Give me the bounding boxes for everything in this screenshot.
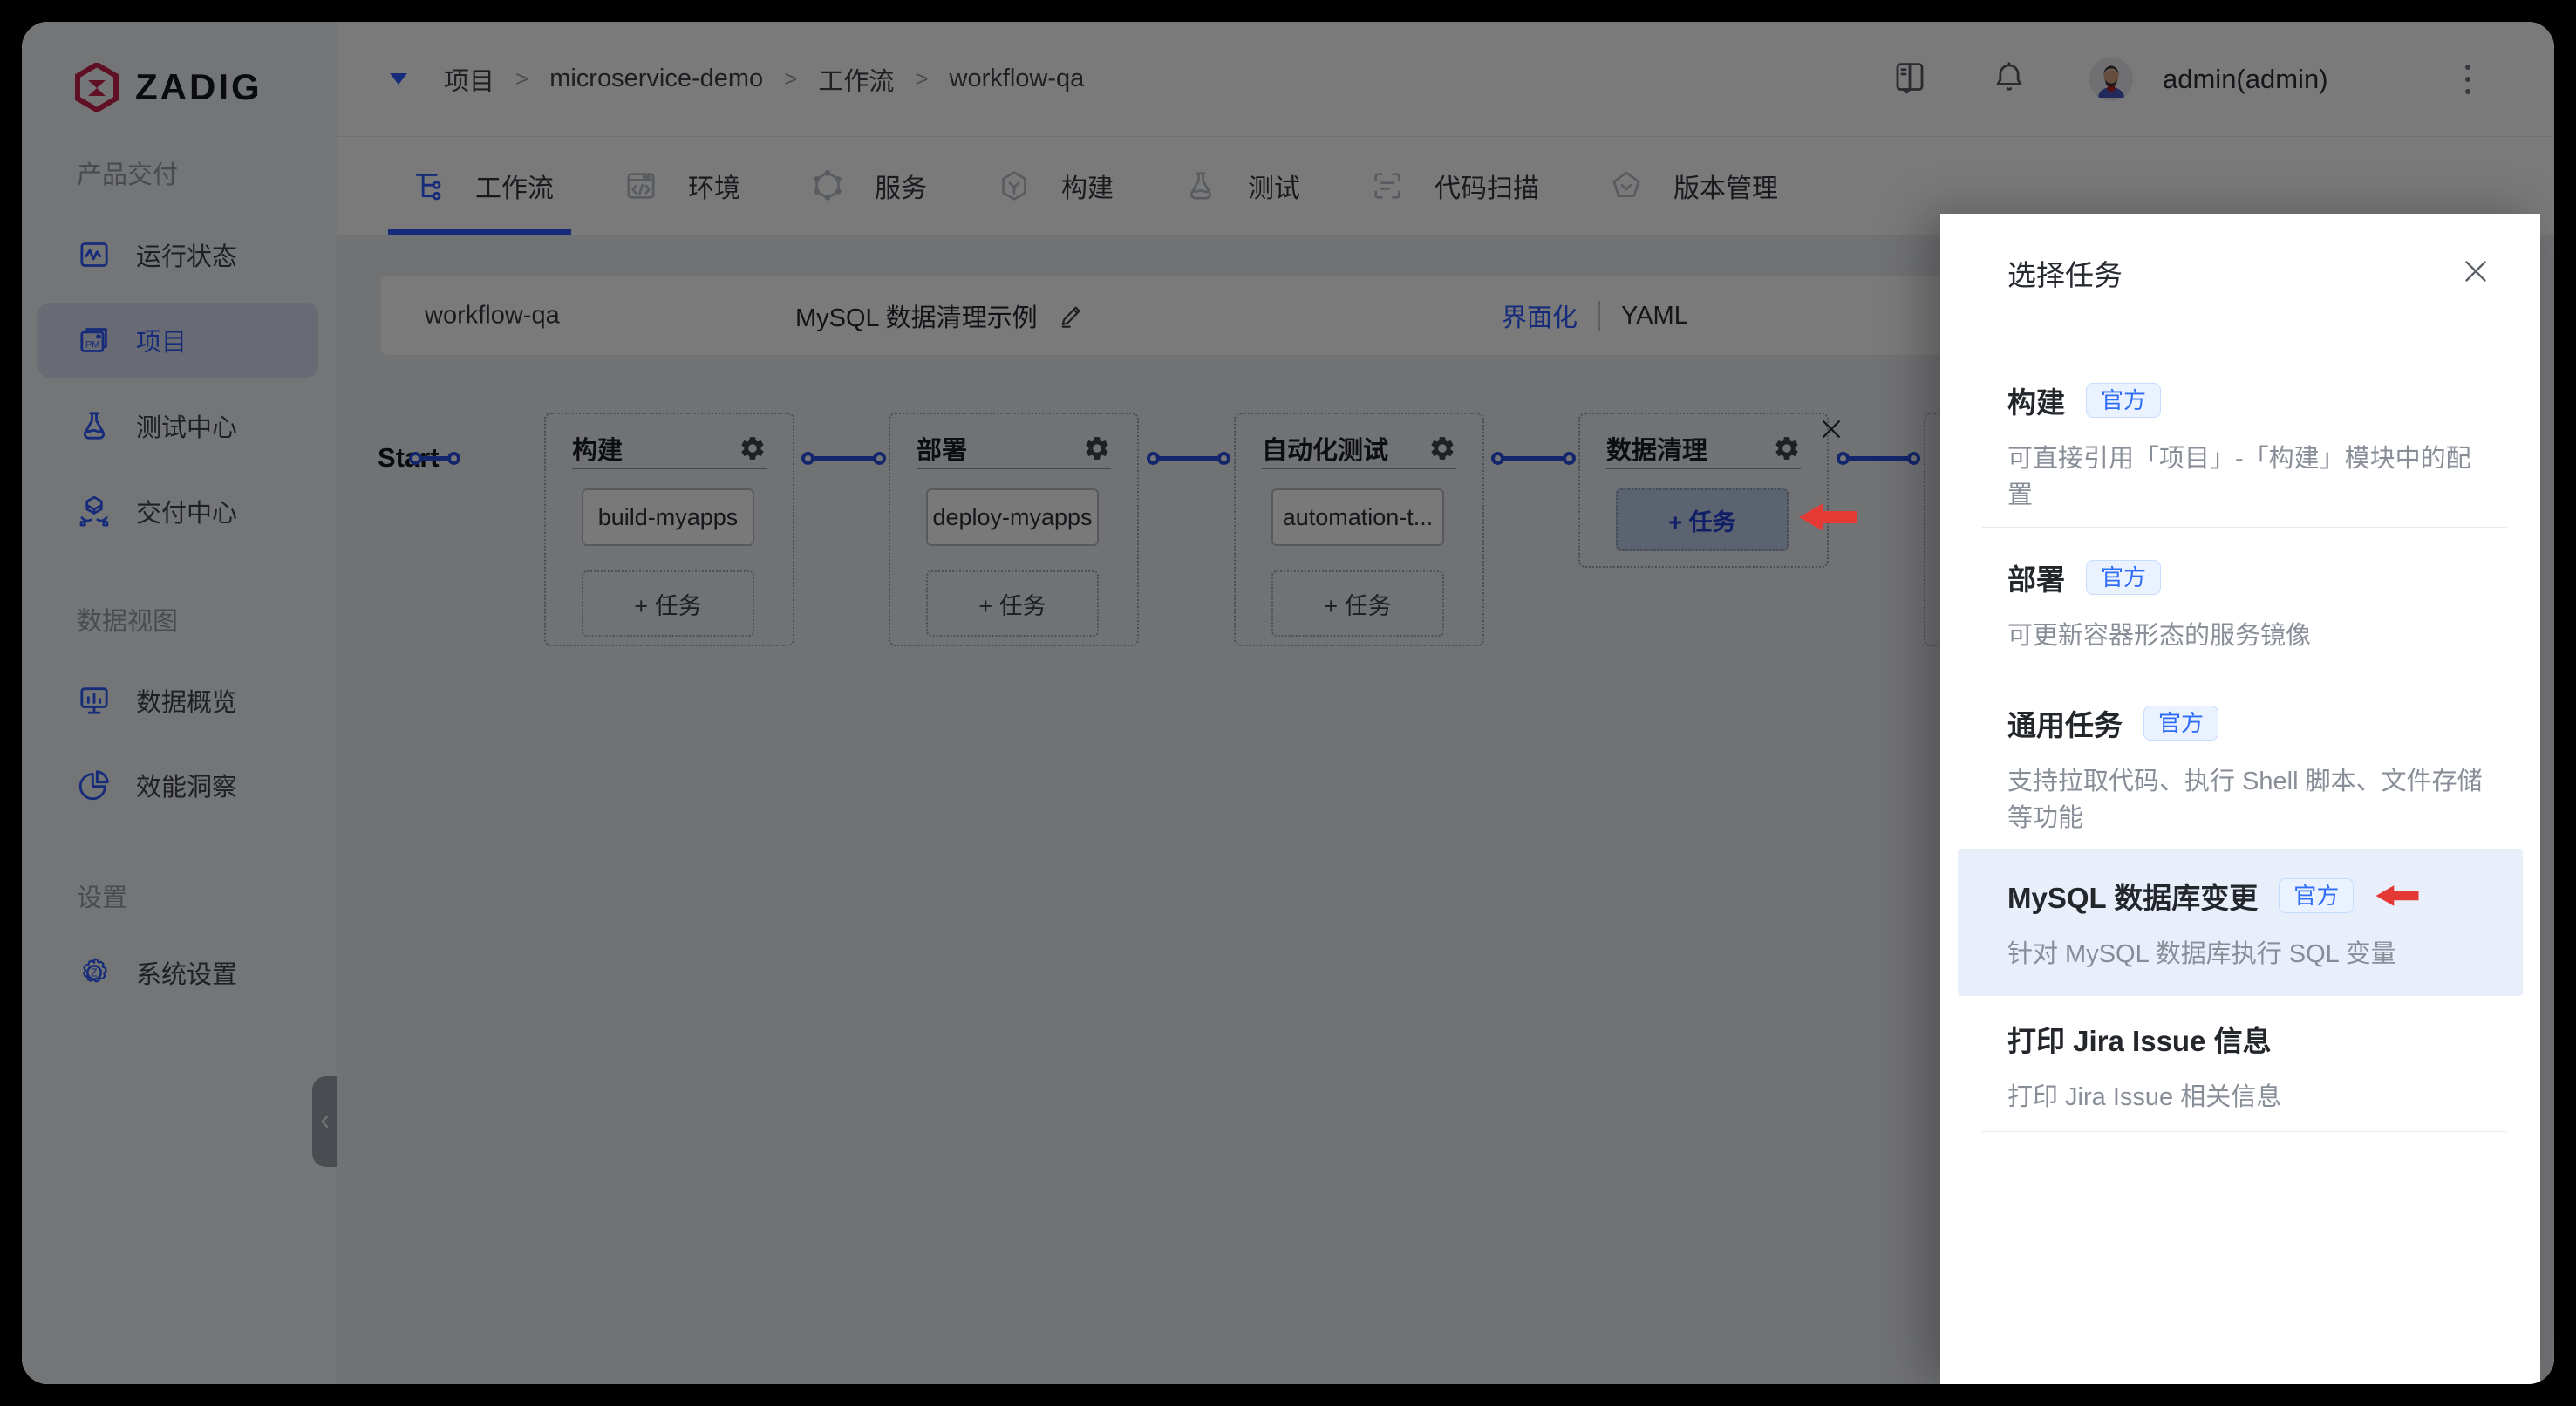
official-badge: 官方 — [2143, 706, 2219, 741]
task-option-deploy[interactable]: 部署 官方 可更新容器形态的服务镜像 — [2007, 556, 2496, 654]
task-option-desc: 打印 Jira Issue 相关信息 — [2007, 1083, 2282, 1111]
drawer-divider — [1982, 1131, 2507, 1132]
drawer-title: 选择任务 — [2007, 259, 2123, 291]
annotation-arrow-add-task — [1797, 502, 1858, 533]
official-badge: 官方 — [2279, 878, 2355, 913]
official-badge: 官方 — [2086, 383, 2162, 418]
app-window: ZADIG 产品交付 运行状态 PM 项目 — [22, 22, 2554, 1384]
official-badge: 官方 — [2086, 560, 2162, 595]
task-option-desc: 可直接引用「项目」-「构建」模块中的配置 — [2007, 445, 2471, 510]
task-option-build[interactable]: 构建 官方 可直接引用「项目」-「构建」模块中的配置 — [2007, 379, 2496, 514]
annotation-arrow-mysql — [2375, 884, 2420, 908]
task-option-generic[interactable]: 通用任务 官方 支持拉取代码、执行 Shell 脚本、文件存储等功能 — [2007, 702, 2496, 836]
select-task-drawer: 选择任务 构建 官方 可直接引用「项目」-「构建」模块中的配置 部署 官方 可更… — [1940, 214, 2540, 1384]
task-option-title: 打印 Jira Issue 信息 — [2007, 1025, 2272, 1057]
task-option-mysql[interactable]: MySQL 数据库变更 官方 针对 MySQL 数据库执行 SQL 变量 — [2007, 875, 2496, 973]
task-option-desc: 支持拉取代码、执行 Shell 脚本、文件存储等功能 — [2007, 768, 2483, 833]
task-option-title: MySQL 数据库变更 — [2007, 882, 2259, 914]
task-option-desc: 针对 MySQL 数据库执行 SQL 变量 — [2007, 940, 2396, 968]
drawer-close-icon[interactable] — [2460, 256, 2491, 287]
task-option-jira[interactable]: 打印 Jira Issue 信息 打印 Jira Issue 相关信息 — [2007, 1018, 2496, 1116]
task-option-desc: 可更新容器形态的服务镜像 — [2007, 622, 2312, 650]
task-option-title: 通用任务 — [2007, 709, 2123, 741]
task-option-title: 构建 — [2007, 386, 2065, 419]
screenshot-frame: ZADIG 产品交付 运行状态 PM 项目 — [0, 0, 2576, 1406]
task-option-title: 部署 — [2007, 563, 2065, 596]
drawer-divider — [1982, 527, 2507, 528]
